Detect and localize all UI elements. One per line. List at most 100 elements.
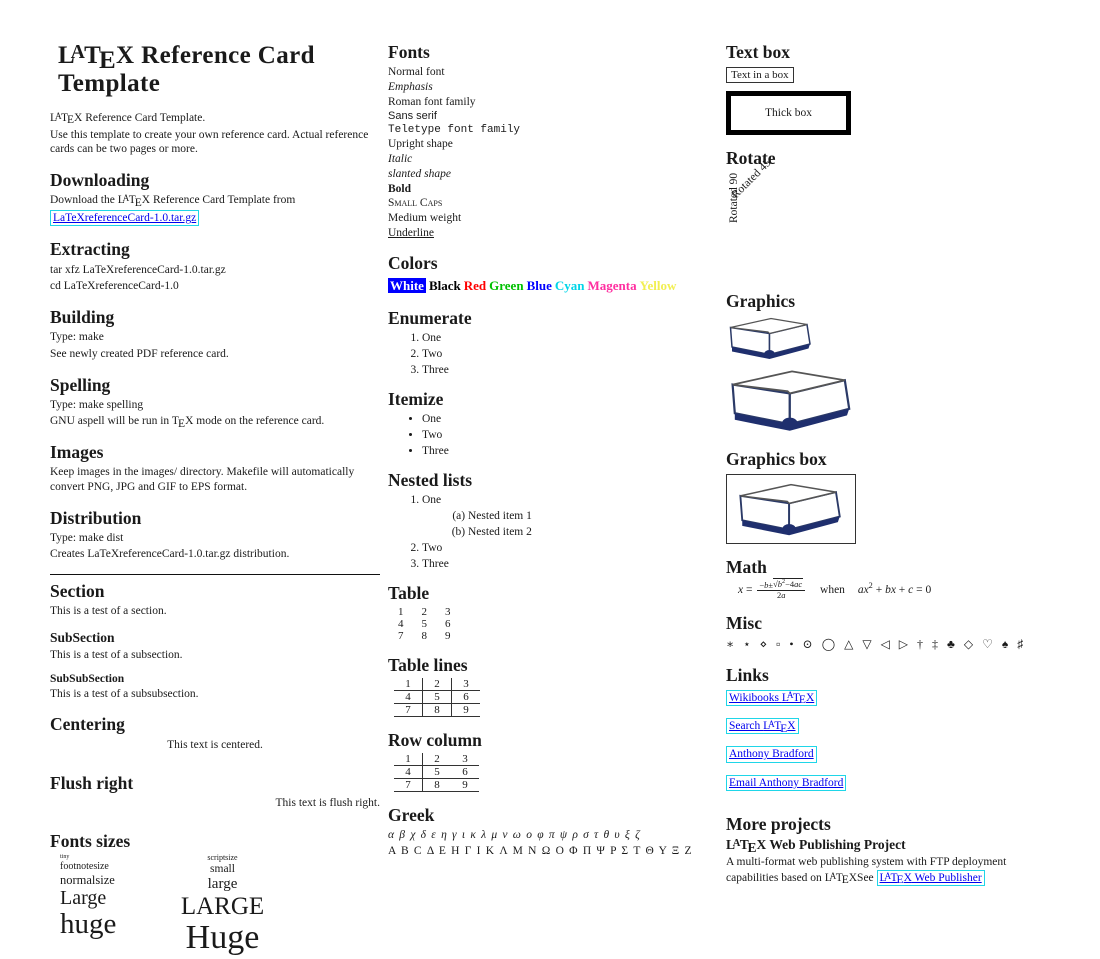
tex-logo: TEX xyxy=(171,415,194,430)
rotated-90-text: Rotated 90 xyxy=(728,173,740,224)
heading-graphics: Graphics xyxy=(726,291,796,312)
horizontal-rule xyxy=(50,574,380,576)
font-sample-roman: Roman font family xyxy=(388,95,476,108)
font-sample-underline: Underline xyxy=(388,226,434,239)
font-sample-normal: Normal font xyxy=(388,66,445,79)
heading-graphics-box: Graphics box xyxy=(726,449,827,470)
more-projects-subheading: LATEX Web Publishing Project xyxy=(726,837,906,856)
open-book-icon-small xyxy=(729,318,811,360)
page-title: LATEX Reference Card Template xyxy=(50,42,380,97)
heading-downloading: Downloading xyxy=(50,170,150,191)
reference-card-page: LATEX Reference Card Template LATEX Refe… xyxy=(0,0,1100,955)
table-cell: 3 xyxy=(463,678,469,691)
link-anthony-bradford[interactable]: Anthony Bradford xyxy=(726,746,817,763)
font-sample-sans: Sans serif xyxy=(388,110,437,123)
links-list: Wikibooks LATEX Search LATEX Anthony Bra… xyxy=(726,688,1056,802)
right-column: Text box Text in a box Thick box Rotate … xyxy=(726,42,1056,888)
table-cell: 4 xyxy=(398,618,404,631)
open-book-icon-large xyxy=(731,370,851,432)
thick-text-box-wrap: Thick box xyxy=(726,83,1056,136)
greek-uppercase: A B C Δ E H Γ I K Λ M N Ω O Φ Π Ψ P Σ T … xyxy=(388,844,693,857)
table-cell: 7 xyxy=(394,703,423,717)
heading-colors: Colors xyxy=(388,253,438,274)
heading-more-projects: More projects xyxy=(726,814,831,835)
heading-section: Section xyxy=(50,581,105,602)
lines-table: 1 2 3 4 5 6 7 8 9 xyxy=(394,678,480,717)
distribution-line-1: Type: make dist xyxy=(50,531,124,544)
thin-text-box-wrap: Text in a box xyxy=(726,65,1056,84)
link-row: Wikibooks LATEX xyxy=(726,688,1056,716)
table-cell: 2 xyxy=(421,606,428,619)
centering-text: This text is centered. xyxy=(167,738,263,751)
list-item: Nested item 2 xyxy=(468,526,718,538)
table-cell: 1 xyxy=(398,606,404,619)
table-row: 1 2 3 xyxy=(394,606,465,618)
font-sample-bold: Bold xyxy=(388,182,412,195)
list-item: One xyxy=(422,494,718,506)
font-sizes-demo: tiny footnotesize normalsize Large huge … xyxy=(50,852,380,959)
link-email-anthony-bradford[interactable]: Email Anthony Bradford xyxy=(726,774,847,792)
table-cell: 9 xyxy=(462,779,468,792)
latex-logo: LATEX xyxy=(117,192,151,209)
size-scriptsize: scriptsize xyxy=(207,852,238,862)
latex-logo: LATEX xyxy=(726,837,767,856)
link-row: Search LATEX xyxy=(726,716,1056,744)
font-sizes-right-column: scriptsize small large LARGE Huge xyxy=(160,852,285,958)
size-normalsize: normalsize xyxy=(60,872,115,887)
downloading-text: Download the LATEX Reference Card Templa… xyxy=(50,192,296,209)
link-row: Anthony Bradford xyxy=(726,744,1056,772)
table-cell: 6 xyxy=(463,691,469,704)
rowcolumn-table: 1 2 3 4 5 6 7 8 9 xyxy=(394,753,479,792)
table-cell: 5 xyxy=(422,690,452,704)
table-cell: 7 xyxy=(398,630,404,643)
heading-subsection: SubSection xyxy=(50,630,115,646)
table-cell: 4 xyxy=(394,690,423,704)
heading-subsubsection: SubSubSection xyxy=(50,672,125,685)
heading-centering: Centering xyxy=(50,714,125,735)
link-row: Email Anthony Bradford xyxy=(726,773,1056,801)
fonts-sample-list: Normal font Emphasis Roman font family S… xyxy=(388,65,718,240)
latex-logo-title: LATEX xyxy=(58,41,135,75)
download-link[interactable]: LaTeXreferenceCard-1.0.tar.gz xyxy=(50,210,200,227)
font-sizes-left-column: tiny footnotesize normalsize Large huge xyxy=(60,854,116,942)
distribution-line-2: Creates LaTeXreferenceCard-1.0.tar.gz di… xyxy=(50,548,290,561)
heading-itemize: Itemize xyxy=(388,388,444,409)
heading-misc: Misc xyxy=(726,613,762,634)
heading-text-box: Text box xyxy=(726,42,791,62)
link-wikibooks-latex[interactable]: Wikibooks LATEX xyxy=(726,689,818,706)
link-search-latex[interactable]: Search LATEX xyxy=(726,718,799,735)
link-latex-web-publisher[interactable]: LATEX Web Publisher xyxy=(876,870,985,886)
size-large-cap: Large xyxy=(60,887,107,910)
list-item: Three xyxy=(422,445,718,457)
size-huge-cap: Huge xyxy=(185,919,260,957)
extracting-line-2: cd LaTeXreferenceCard-1.0 xyxy=(50,280,179,293)
table-row: 7 8 9 xyxy=(394,630,465,642)
table-cell: 4 xyxy=(394,765,423,779)
list-item: Three xyxy=(422,558,718,570)
table-cell: 1 xyxy=(394,753,423,766)
font-sample-upright: Upright shape xyxy=(388,138,453,151)
heading-distribution: Distribution xyxy=(50,507,142,528)
table-cell: 1 xyxy=(394,678,423,691)
heading-enumerate: Enumerate xyxy=(388,307,472,328)
table-cell: 7 xyxy=(394,778,423,792)
heading-extracting: Extracting xyxy=(50,239,130,260)
intro-line-1: LATEX Reference Card Template. xyxy=(50,111,380,127)
color-cyan: Cyan xyxy=(554,277,585,293)
size-footnotesize: footnotesize xyxy=(60,860,109,872)
table-row: 4 5 6 xyxy=(394,765,479,779)
table-cell: 9 xyxy=(463,704,469,717)
latex-logo: LATEX xyxy=(824,870,858,887)
spelling-line-1: Type: make spelling xyxy=(50,398,144,411)
heading-rotate: Rotate xyxy=(726,148,776,169)
table-cell: 3 xyxy=(462,753,468,766)
left-column: LATEX Reference Card Template LATEX Refe… xyxy=(50,42,380,959)
list-item: Three xyxy=(422,364,718,376)
intro-line-1-text: Reference Card Template. xyxy=(85,112,206,124)
table-cell: 3 xyxy=(445,606,451,619)
table-row: 1 2 3 xyxy=(394,678,480,691)
building-line-2: See newly created PDF reference card. xyxy=(50,347,229,360)
heading-nested-lists: Nested lists xyxy=(388,469,473,490)
graphics-box-frame xyxy=(726,473,856,544)
table-cell: 9 xyxy=(445,630,451,643)
